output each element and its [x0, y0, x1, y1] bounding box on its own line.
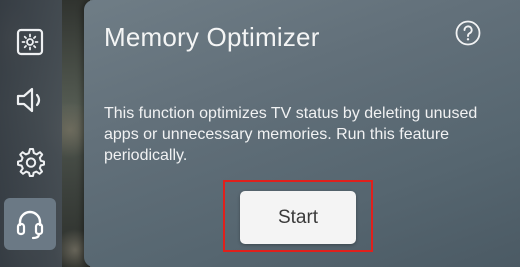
- side-item-sound[interactable]: [4, 74, 56, 126]
- help-icon[interactable]: [455, 20, 481, 46]
- picture-icon: [16, 28, 44, 56]
- panel-description: This function optimizes TV status by del…: [104, 105, 478, 164]
- panel-title: Memory Optimizer: [104, 22, 320, 52]
- gear-icon: [17, 148, 45, 177]
- memory-optimizer-panel: Memory Optimizer This function optimizes…: [84, 0, 520, 267]
- side-menu: [0, 0, 62, 267]
- headset-icon: [16, 210, 44, 240]
- start-button[interactable]: Start: [240, 191, 356, 244]
- speaker-icon: [16, 87, 41, 113]
- tv-screen: Memory Optimizer This function optimizes…: [0, 0, 520, 267]
- side-item-picture[interactable]: [4, 16, 56, 68]
- side-item-settings[interactable]: [4, 136, 56, 188]
- side-item-support[interactable]: [4, 198, 56, 250]
